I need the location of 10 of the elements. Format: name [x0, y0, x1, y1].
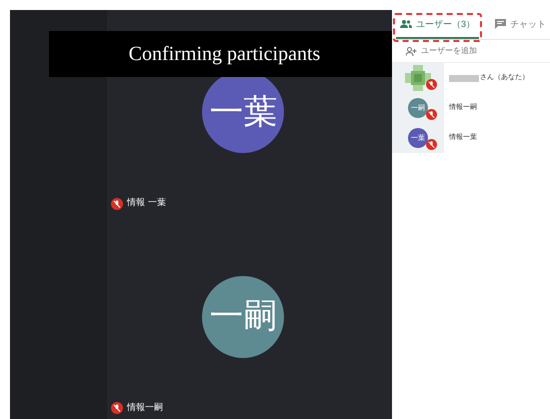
participant-name: 情報一嗣 — [127, 402, 163, 414]
people-icon — [400, 19, 412, 30]
tab[interactable]: ユーザー（3） — [396, 18, 479, 39]
add-person-icon — [406, 46, 417, 56]
avatar: 一嗣 — [202, 276, 284, 358]
redacted-name — [448, 74, 479, 82]
avatar — [404, 65, 431, 91]
participant-name: 情報 一葉 — [127, 197, 166, 210]
tab[interactable]: チャット — [491, 18, 550, 39]
chat-icon — [495, 19, 506, 30]
